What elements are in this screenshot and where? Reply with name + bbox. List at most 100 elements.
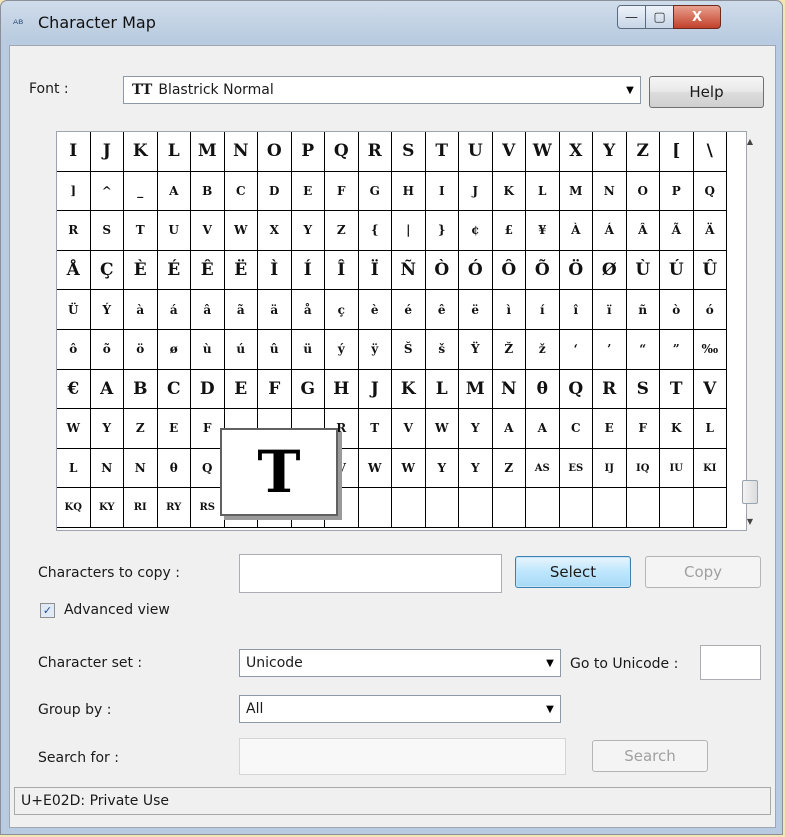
character-cell[interactable]: J <box>358 369 392 410</box>
character-cell[interactable]: Á <box>593 211 627 251</box>
scroll-thumb[interactable] <box>742 480 758 504</box>
character-cell[interactable]: Z <box>124 409 158 449</box>
character-cell[interactable]: N <box>224 132 258 172</box>
character-cell[interactable]: L <box>693 409 727 449</box>
character-cell[interactable]: Ä <box>693 211 727 251</box>
character-cell[interactable]: θ <box>526 369 560 410</box>
character-cell[interactable]: W <box>526 132 560 172</box>
character-cell[interactable]: [ <box>660 132 694 172</box>
character-cell[interactable]: Ì <box>258 250 292 291</box>
character-cell[interactable]: Š <box>392 330 426 370</box>
character-cell[interactable]: R <box>57 211 91 251</box>
character-cell[interactable]: KY <box>90 488 124 528</box>
character-cell[interactable] <box>693 488 727 528</box>
character-cell[interactable] <box>626 488 660 528</box>
character-cell[interactable]: F <box>325 171 359 212</box>
character-cell[interactable]: E <box>291 171 325 212</box>
character-cell[interactable]: O <box>626 171 660 212</box>
character-cell[interactable]: û <box>258 330 292 370</box>
character-cell[interactable]: Ú <box>660 250 694 291</box>
character-cell[interactable]: I <box>57 132 91 172</box>
character-cell[interactable]: Î <box>325 250 359 291</box>
character-cell[interactable]: Y <box>291 211 325 251</box>
character-cell[interactable]: Y <box>459 448 493 489</box>
character-cell[interactable]: IU <box>660 448 694 489</box>
character-cell[interactable]: C <box>559 409 593 449</box>
character-cell[interactable]: N <box>90 448 124 489</box>
character-cell[interactable] <box>425 488 459 528</box>
character-cell[interactable]: V <box>392 409 426 449</box>
character-cell[interactable]: Z <box>492 448 526 489</box>
character-cell[interactable]: K <box>492 171 526 212</box>
character-cell[interactable]: ù <box>191 330 225 370</box>
group-by-dropdown[interactable]: All ▼ <box>239 695 561 723</box>
character-cell[interactable]: í <box>526 290 560 330</box>
character-cell[interactable]: K <box>660 409 694 449</box>
character-cell[interactable] <box>526 488 560 528</box>
character-cell[interactable]: è <box>358 290 392 330</box>
character-cell[interactable]: U <box>157 211 191 251</box>
character-cell[interactable]: D <box>191 369 225 410</box>
help-button[interactable]: Help <box>649 76 764 108</box>
character-cell[interactable]: J <box>90 132 124 172</box>
character-cell[interactable]: È <box>124 250 158 291</box>
character-cell[interactable]: Ý <box>90 290 124 330</box>
character-cell[interactable]: € <box>57 369 91 410</box>
character-cell[interactable]: K <box>392 369 426 410</box>
character-cell[interactable]: Ï <box>358 250 392 291</box>
character-cell[interactable]: F <box>258 369 292 410</box>
character-cell[interactable]: Ç <box>90 250 124 291</box>
character-cell[interactable]: W <box>224 211 258 251</box>
select-button[interactable]: Select <box>515 556 631 588</box>
character-cell[interactable]: ò <box>660 290 694 330</box>
title-bar[interactable]: ᴬᴮ Character Map — ▢ X <box>1 1 782 45</box>
character-cell[interactable]: Q <box>325 132 359 172</box>
character-cell[interactable]: W <box>358 448 392 489</box>
character-cell[interactable]: T <box>124 211 158 251</box>
character-grid[interactable]: I J K L M N O P Q R S T U V W X Y Z[\] ^ _ A B C D E F G H I J K L M N O P Q… <box>56 131 747 531</box>
character-cell[interactable]: AS <box>526 448 560 489</box>
character-cell[interactable] <box>492 488 526 528</box>
character-cell[interactable]: F <box>626 409 660 449</box>
character-cell[interactable]: Ÿ <box>459 330 493 370</box>
character-cell[interactable]: ÿ <box>358 330 392 370</box>
character-cell[interactable]: RI <box>124 488 158 528</box>
character-cell[interactable]: Z <box>626 132 660 172</box>
character-cell[interactable]: Ù <box>626 250 660 291</box>
character-cell[interactable]: D <box>258 171 292 212</box>
character-cell[interactable]: Ê <box>191 250 225 291</box>
character-cell[interactable]: ‰ <box>693 330 727 370</box>
character-cell[interactable]: “ <box>626 330 660 370</box>
character-cell[interactable]: C <box>224 171 258 212</box>
character-cell[interactable]: K <box>124 132 158 172</box>
character-cell[interactable]: â <box>191 290 225 330</box>
scroll-down-icon[interactable]: ▼ <box>740 512 760 530</box>
character-cell[interactable]: £ <box>492 211 526 251</box>
character-cell[interactable]: ï <box>593 290 627 330</box>
character-cell[interactable]: M <box>191 132 225 172</box>
character-cell[interactable]: B <box>124 369 158 410</box>
character-cell[interactable]: T <box>358 409 392 449</box>
character-cell[interactable]: õ <box>90 330 124 370</box>
character-cell[interactable]: ë <box>459 290 493 330</box>
character-cell[interactable]: Ò <box>425 250 459 291</box>
grid-scrollbar[interactable]: ▲ ▼ <box>740 132 760 532</box>
character-cell[interactable] <box>593 488 627 528</box>
character-cell[interactable]: ] <box>57 171 91 212</box>
character-cell[interactable]: R <box>358 132 392 172</box>
character-cell[interactable]: Ü <box>57 290 91 330</box>
character-cell[interactable] <box>358 488 392 528</box>
character-cell[interactable]: É <box>157 250 191 291</box>
close-button[interactable]: X <box>673 5 721 29</box>
character-cell[interactable]: R <box>593 369 627 410</box>
character-cell[interactable]: ø <box>157 330 191 370</box>
character-cell[interactable]: P <box>660 171 694 212</box>
character-cell[interactable]: S <box>392 132 426 172</box>
character-cell[interactable]: Â <box>626 211 660 251</box>
character-cell[interactable]: M <box>559 171 593 212</box>
character-cell[interactable]: ý <box>325 330 359 370</box>
character-cell[interactable]: G <box>291 369 325 410</box>
character-cell[interactable]: À <box>559 211 593 251</box>
character-cell[interactable] <box>559 488 593 528</box>
character-cell[interactable]: I <box>425 171 459 212</box>
